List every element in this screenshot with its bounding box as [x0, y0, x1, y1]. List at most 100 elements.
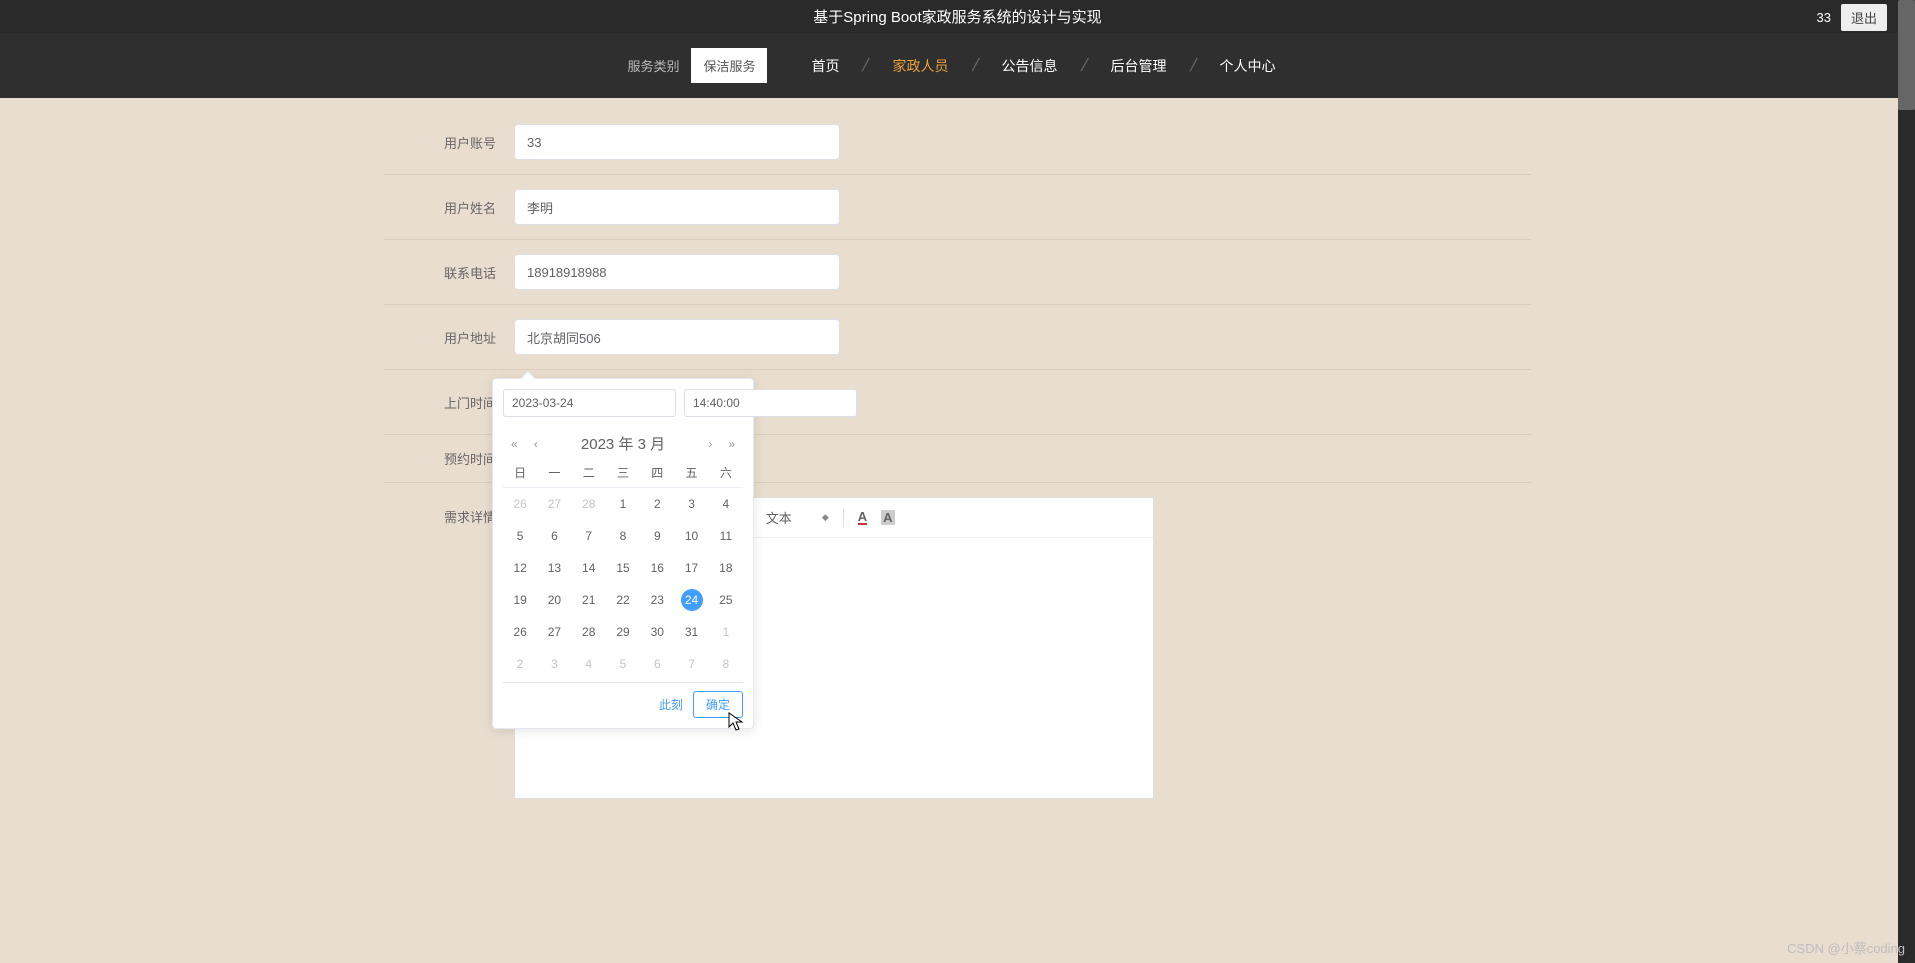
address-input[interactable] [514, 319, 840, 355]
weekday: 四 [640, 464, 674, 481]
day-cell[interactable]: 5 [606, 648, 640, 680]
day-cell[interactable]: 27 [537, 488, 571, 520]
day-cell[interactable]: 1 [709, 616, 743, 648]
appoint-time-label: 预约时间 [406, 449, 496, 468]
now-button[interactable]: 此刻 [659, 696, 683, 713]
day-cell[interactable]: 5 [503, 520, 537, 552]
day-cell[interactable]: 28 [572, 488, 606, 520]
day-cell[interactable]: 19 [503, 584, 537, 616]
day-cell[interactable]: 26 [503, 616, 537, 648]
bg-color-icon[interactable]: A [881, 510, 894, 525]
picker-title: 2023 年 3 月 [581, 433, 665, 454]
day-cell[interactable]: 21 [572, 584, 606, 616]
day-cell[interactable]: 25 [709, 584, 743, 616]
prev-month-icon[interactable]: ‹ [530, 437, 542, 451]
day-cell[interactable]: 3 [674, 488, 708, 520]
phone-label: 联系电话 [406, 263, 496, 282]
day-cell[interactable]: 18 [709, 552, 743, 584]
toolbar-separator [843, 509, 844, 527]
topbar-right: 33 退出 [1817, 4, 1887, 31]
row-address: 用户地址 [384, 305, 1531, 370]
datetime-picker: « ‹ 2023 年 3 月 › » 日一二三四五六 2627281234567… [492, 378, 754, 729]
phone-input[interactable] [514, 254, 840, 290]
weekday-row: 日一二三四五六 [503, 464, 743, 488]
day-cell[interactable]: 20 [537, 584, 571, 616]
day-cell[interactable]: 6 [640, 648, 674, 680]
content-area: 用户账号 用户姓名 联系电话 用户地址 上门时间 预约时间 需求详情 [0, 98, 1915, 963]
top-bar: 基于Spring Boot家政服务系统的设计与实现 33 退出 [0, 0, 1915, 33]
address-label: 用户地址 [406, 328, 496, 347]
visit-time-label: 上门时间 [406, 393, 496, 412]
category-label: 服务类别 [615, 56, 691, 75]
font-color-icon[interactable]: A [858, 510, 867, 525]
day-cell[interactable]: 15 [606, 552, 640, 584]
weekday: 五 [674, 464, 708, 481]
user-badge: 33 [1817, 10, 1831, 25]
caret-icon: ◆ [822, 512, 829, 523]
detail-label: 需求详情 [406, 507, 496, 526]
day-cell[interactable]: 9 [640, 520, 674, 552]
scrollbar[interactable] [1898, 0, 1915, 963]
watermark: CSDN @小蔡coding [1787, 938, 1905, 957]
name-input[interactable] [514, 189, 840, 225]
nav-item[interactable]: 后台管理 [1087, 56, 1191, 76]
weekday: 六 [709, 464, 743, 481]
weekday: 一 [537, 464, 571, 481]
day-cell[interactable]: 27 [537, 616, 571, 648]
day-cell[interactable]: 7 [674, 648, 708, 680]
days-grid: 2627281234567891011121314151617181920212… [503, 488, 743, 680]
row-account: 用户账号 [384, 110, 1531, 175]
day-cell[interactable]: 13 [537, 552, 571, 584]
day-cell[interactable]: 8 [606, 520, 640, 552]
nav-item[interactable]: 首页 [787, 56, 863, 76]
picker-footer: 此刻 确定 [503, 682, 743, 718]
nav-item[interactable]: 家政人员 [869, 56, 973, 76]
day-cell[interactable]: 3 [537, 648, 571, 680]
day-cell[interactable]: 7 [572, 520, 606, 552]
weekday: 日 [503, 464, 537, 481]
day-cell[interactable]: 29 [606, 616, 640, 648]
weekday: 三 [606, 464, 640, 481]
name-label: 用户姓名 [406, 198, 496, 217]
next-year-icon[interactable]: » [724, 437, 739, 451]
picker-header: « ‹ 2023 年 3 月 › » [503, 427, 743, 464]
day-cell[interactable]: 14 [572, 552, 606, 584]
confirm-button[interactable]: 确定 [693, 691, 743, 718]
prev-year-icon[interactable]: « [507, 437, 522, 451]
day-cell[interactable]: 22 [606, 584, 640, 616]
day-cell[interactable]: 16 [640, 552, 674, 584]
day-cell[interactable]: 31 [674, 616, 708, 648]
day-cell[interactable]: 28 [572, 616, 606, 648]
day-cell[interactable]: 4 [709, 488, 743, 520]
day-cell[interactable]: 30 [640, 616, 674, 648]
day-cell[interactable]: 17 [674, 552, 708, 584]
day-cell[interactable]: 24 [674, 584, 708, 616]
day-cell[interactable]: 2 [640, 488, 674, 520]
account-input[interactable] [514, 124, 840, 160]
day-cell[interactable]: 23 [640, 584, 674, 616]
day-cell[interactable]: 1 [606, 488, 640, 520]
day-cell[interactable]: 26 [503, 488, 537, 520]
nav-bar: 服务类别 保洁服务 首页/家政人员/公告信息/后台管理/个人中心 [0, 33, 1915, 98]
day-cell[interactable]: 2 [503, 648, 537, 680]
day-cell[interactable]: 4 [572, 648, 606, 680]
app-title: 基于Spring Boot家政服务系统的设计与实现 [813, 6, 1101, 27]
nav-item[interactable]: 公告信息 [978, 56, 1082, 76]
next-month-icon[interactable]: › [704, 437, 716, 451]
category-select[interactable]: 保洁服务 [691, 48, 767, 83]
day-cell[interactable]: 10 [674, 520, 708, 552]
weekday: 二 [572, 464, 606, 481]
picker-date-input[interactable] [503, 389, 676, 417]
row-phone: 联系电话 [384, 240, 1531, 305]
text-style-select[interactable]: 文本 ◆ [766, 508, 829, 527]
day-cell[interactable]: 11 [709, 520, 743, 552]
logout-button[interactable]: 退出 [1841, 4, 1887, 31]
day-cell[interactable]: 8 [709, 648, 743, 680]
day-cell[interactable]: 6 [537, 520, 571, 552]
account-label: 用户账号 [406, 133, 496, 152]
scrollbar-thumb[interactable] [1898, 0, 1915, 110]
row-name: 用户姓名 [384, 175, 1531, 240]
nav-item[interactable]: 个人中心 [1196, 56, 1300, 76]
picker-time-input[interactable] [684, 389, 857, 417]
day-cell[interactable]: 12 [503, 552, 537, 584]
